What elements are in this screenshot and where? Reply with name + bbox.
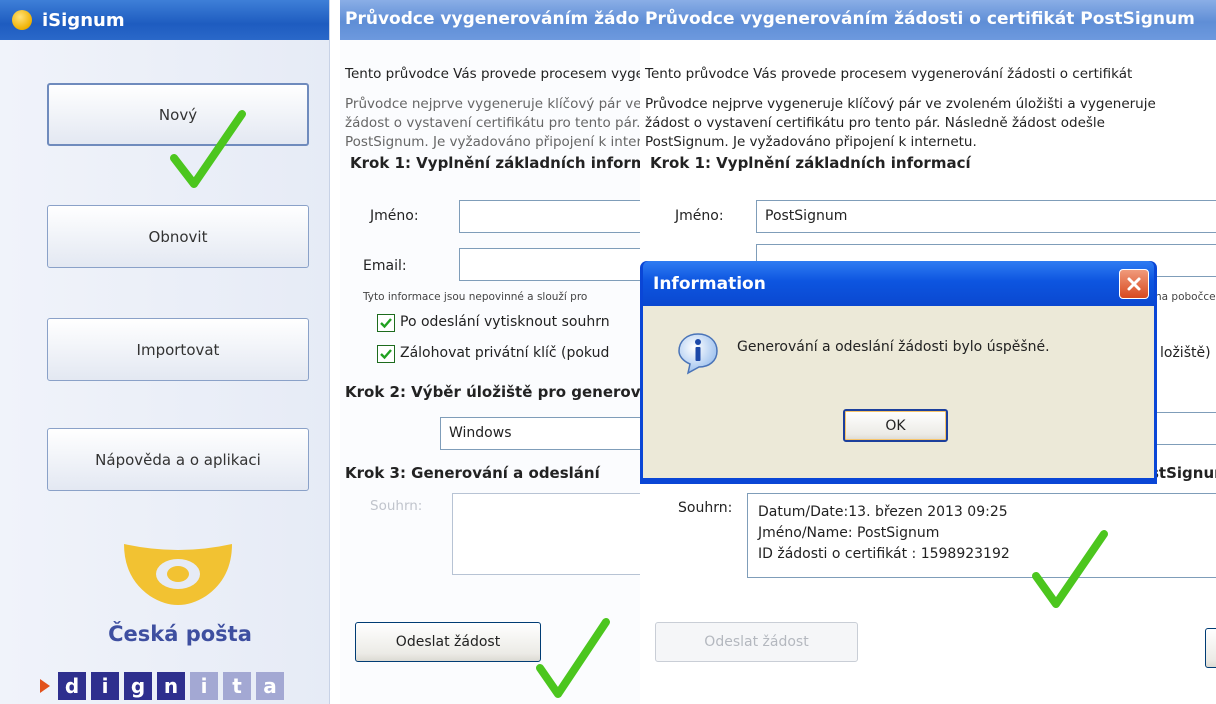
partner-logo: d i g n i t a: [40, 672, 289, 700]
dialog-close-button[interactable]: [1119, 269, 1149, 299]
backup-key-label-tail: ložiště): [1160, 345, 1211, 361]
info-note-tail: na pobočce: [1155, 291, 1216, 303]
print-summary-checkbox[interactable]: [377, 314, 395, 332]
partner-letter: a: [256, 672, 284, 700]
step3-heading-tail: stSignum: [1150, 464, 1216, 482]
wizard-desc-line: PostSignum. Je vyžadováno připojení k in…: [645, 134, 977, 150]
partner-letter: i: [91, 672, 119, 700]
brand-name: Česká pošta: [108, 622, 252, 646]
wizard-intro: Tento průvodce Vás provede procesem vyge…: [645, 66, 1133, 82]
wizard-intro: Tento průvodce Vás provede procesem vyge…: [345, 66, 640, 82]
send-request-button[interactable]: Odeslat žádost: [355, 622, 541, 662]
step1-heading: Krok 1: Vyplnění základních informací: [650, 154, 971, 172]
step3-heading: Krok 3: Generování a odeslání: [345, 464, 600, 482]
summary-name: Jméno/Name: PostSignum: [758, 525, 940, 541]
partner-letter: g: [124, 672, 152, 700]
import-button[interactable]: Importovat: [47, 318, 309, 381]
information-dialog: Information Generování a odeslání žádost…: [640, 261, 1157, 484]
storage-select[interactable]: Windows: [440, 417, 640, 450]
wizard-desc-line: Průvodce nejprve vygeneruje klíčový pár …: [345, 96, 640, 112]
help-about-button[interactable]: Nápověda a o aplikaci: [47, 428, 309, 491]
step1-heading: Krok 1: Vyplnění základních informací: [350, 154, 640, 172]
close-icon: [1127, 277, 1141, 291]
summary-box: [452, 493, 640, 575]
green-checkmark-icon: [1032, 530, 1108, 608]
partner-letter: d: [58, 672, 86, 700]
checkmark-icon: [380, 318, 392, 329]
backup-key-checkbox[interactable]: [377, 345, 395, 363]
step2-heading: Krok 2: Výběr úložiště pro generování: [345, 383, 640, 401]
partner-letter: i: [190, 672, 218, 700]
app-title: iSignum: [42, 9, 125, 31]
post-horn-logo: [124, 544, 232, 605]
green-checkmark-icon: [170, 110, 246, 188]
wizard-title: Průvodce vygenerováním žádosti o certifi…: [640, 0, 1216, 40]
email-input[interactable]: [459, 248, 640, 281]
partner-letter: t: [223, 672, 251, 700]
checkmark-icon: [380, 349, 392, 360]
renew-button[interactable]: Obnovit: [47, 205, 309, 268]
name-input[interactable]: [459, 200, 640, 233]
backup-key-label: Zálohovat privátní klíč (pokud: [400, 345, 610, 361]
wizard-title: Průvodce vygenerováním žádosti o certifi…: [340, 0, 640, 40]
summary-label: Souhrn:: [370, 498, 423, 514]
app-sidebar: iSignum Nový Obnovit Importovat Nápověda…: [0, 0, 330, 704]
summary-request-id: ID žádosti o certifikát : 1598923192: [758, 546, 1010, 562]
wizard-desc-line: žádost o vystavení certifikátu pro tento…: [345, 115, 640, 131]
green-checkmark-icon: [536, 618, 610, 698]
app-header: iSignum: [0, 0, 329, 40]
dialog-title: Information: [653, 273, 766, 294]
partner-letter: n: [157, 672, 185, 700]
wizard-pane-initial: Průvodce vygenerováním žádosti o certifi…: [340, 0, 640, 704]
name-label: Jméno:: [370, 208, 419, 224]
name-input[interactable]: PostSignum: [756, 200, 1216, 233]
dialog-body: Generování a odeslání žádosti bylo úspěš…: [643, 306, 1154, 478]
summary-label: Souhrn:: [678, 500, 733, 516]
print-summary-label: Po odeslání vytisknout souhrn: [400, 314, 610, 330]
name-label: Jméno:: [675, 208, 724, 224]
summary-date: Datum/Date:13. březen 2013 09:25: [758, 504, 1008, 520]
wizard-desc-line: Průvodce nejprve vygeneruje klíčový pár …: [645, 96, 1156, 112]
wizard-desc-line: PostSignum. Je vyžadováno připojení k in…: [345, 134, 640, 150]
info-note: Tyto informace jsou nepovinné a slouží p…: [363, 291, 588, 303]
info-icon: [678, 333, 718, 375]
next-button-edge[interactable]: [1205, 628, 1216, 668]
app-logo-icon: [12, 10, 32, 30]
wizard-desc-line: žádost o vystavení certifikátu pro tento…: [645, 115, 1105, 131]
email-label: Email:: [363, 258, 407, 274]
ok-button[interactable]: OK: [843, 409, 948, 442]
summary-box: Datum/Date:13. březen 2013 09:25 Jméno/N…: [747, 493, 1216, 578]
partner-arrow-icon: [40, 679, 50, 693]
dialog-message: Generování a odeslání žádosti bylo úspěš…: [737, 339, 1050, 355]
send-request-button[interactable]: Odeslat žádost: [655, 622, 858, 662]
dialog-titlebar[interactable]: Information: [643, 261, 1154, 306]
